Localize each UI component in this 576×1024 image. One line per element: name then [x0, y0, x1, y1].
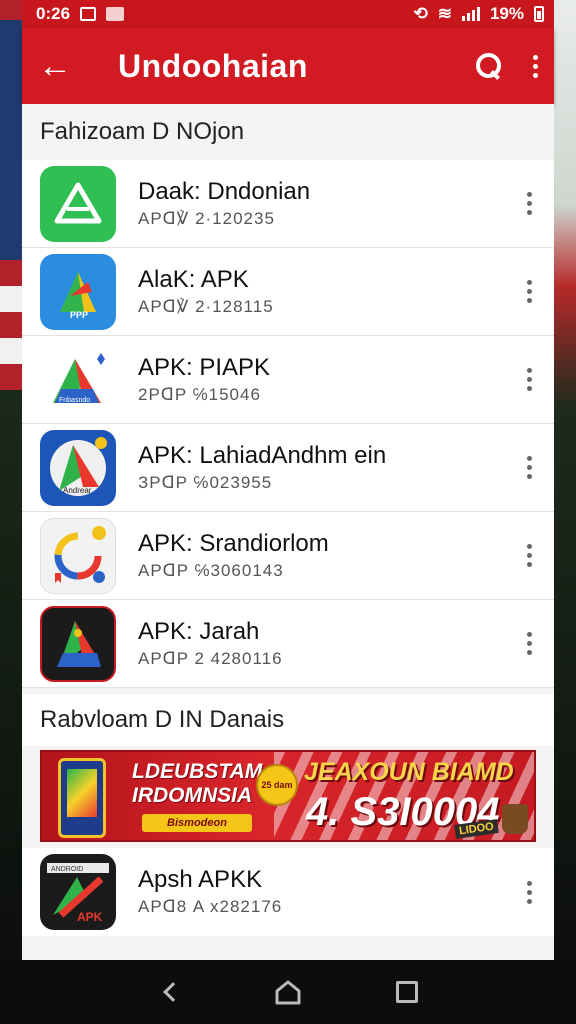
promo-banner[interactable]: LDEUBSTAM IRDOMNSIA 25 dam Bismodeon JEA… [40, 750, 536, 842]
battery-icon [534, 6, 544, 22]
item-title: Apsh APKK [138, 866, 263, 893]
list-item[interactable]: Daak: Dndonian APᗡ℣ 2·120235 [22, 160, 554, 248]
item-subtitle: APᗡ℣ 2·128115 [138, 296, 274, 316]
back-arrow-icon[interactable]: ← [38, 47, 88, 86]
app-icon-triangle-colored: Fnbasndo [40, 341, 116, 418]
item-more-icon[interactable] [523, 192, 536, 215]
item-subtitle: ЗPᗡP ℅023955 [138, 472, 273, 492]
list-item[interactable]: ANDROID APK Apsh APKK APᗡ8 A x282176 [22, 848, 554, 936]
banner-line2: IRDOMNSIA [132, 784, 253, 807]
search-icon[interactable] [476, 53, 502, 79]
navigation-bar [0, 960, 576, 1024]
item-title: APK: PIAPK [138, 353, 271, 381]
item-more-icon[interactable] [523, 280, 536, 303]
item-title: APK: LahiadAndhm ein [138, 441, 387, 469]
app-icon-circle-play: Andrear [40, 429, 116, 506]
section-header: Fahizoam D NOjon [40, 118, 245, 145]
banner-cta-button[interactable]: Bismodeon [142, 814, 252, 832]
clock: 0:26 [36, 4, 71, 23]
nav-recents-icon[interactable] [387, 972, 427, 1012]
battery-text: 19% [489, 4, 524, 23]
item-subtitle: APᗡ8 A x282176 [138, 897, 283, 916]
item-subtitle: 2PᗡP ℅15046 [138, 384, 261, 404]
item-more-icon[interactable] [523, 456, 536, 479]
item-title: Daak: Dndonian [138, 177, 311, 205]
list-item[interactable]: APK: Srandiorlom APᗡP ℅3060143 [22, 512, 554, 600]
app-bar: ← Undoohaian [22, 28, 554, 104]
item-subtitle: APᗡP ℅3060143 [138, 560, 284, 580]
content-panel: Fahizoam D NOjon Daak: Dndonian APᗡ℣ 2·1… [22, 104, 554, 960]
banner-badge: 25 dam [256, 764, 298, 806]
list-item[interactable]: Fnbasndo APK: PIAPK 2PᗡP ℅15046 [22, 336, 554, 424]
coffee-cup-illustration [502, 804, 528, 834]
svg-text:Fnbasndo: Fnbasndo [59, 397, 90, 404]
image-notification-icon [106, 7, 125, 21]
signal-icon [461, 7, 480, 21]
item-more-icon[interactable] [523, 880, 536, 904]
section-header: Rabvloam D IN Danais [22, 694, 554, 746]
item-more-icon[interactable] [523, 632, 536, 655]
item-more-icon[interactable] [523, 368, 536, 391]
list-item[interactable]: APK: Jarah APᗡP 2 4280116 [22, 600, 554, 688]
app-icon-triangle [40, 165, 116, 242]
rotate-icon: ⟲ [413, 4, 428, 23]
svg-text:APK: APK [77, 910, 103, 924]
list-item[interactable]: PPP AlaK: APK APᗡ℣ 2·128115 [22, 248, 554, 336]
item-title: APK: Jarah [138, 617, 260, 645]
app-icon-play: PPP [40, 253, 116, 330]
item-subtitle: APᗡP 2 4280116 [138, 648, 283, 668]
nav-back-icon[interactable] [149, 972, 189, 1012]
overflow-menu-icon[interactable] [532, 54, 538, 78]
app-icon-dark-play [40, 605, 116, 682]
page-title: Undoohaian [118, 47, 308, 84]
list-item[interactable]: Andrear APK: LahiadAndhm ein ЗPᗡP ℅02395… [22, 424, 554, 512]
banner-line1: LDEUBSTAM [132, 760, 263, 783]
wifi-icon: ≋ [437, 4, 452, 23]
phone-illustration [58, 758, 106, 838]
app-icon-apk: ANDROID APK [40, 854, 116, 930]
item-title: AlaK: APK [138, 265, 249, 293]
notification-icon [80, 7, 97, 21]
app-list-2: ANDROID APK Apsh APKK APᗡ8 A x282176 [22, 848, 554, 936]
svg-text:Andrear: Andrear [63, 486, 92, 495]
app-icon-ring [40, 517, 116, 594]
item-more-icon[interactable] [523, 544, 536, 567]
status-bar: 0:26 ⟲ ≋ 19% [22, 0, 554, 28]
item-subtitle: APᗡ℣ 2·120235 [138, 208, 275, 228]
banner-headline: JEAXOUN BIAMD [304, 758, 514, 786]
app-list: Daak: Dndonian APᗡ℣ 2·120235 PPP AlaK: A… [22, 160, 554, 688]
nav-home-icon[interactable] [268, 972, 308, 1012]
item-title: APK: Srandiorlom [138, 529, 329, 557]
svg-text:PPP: PPP [70, 310, 88, 320]
svg-text:ANDROID: ANDROID [51, 866, 83, 873]
